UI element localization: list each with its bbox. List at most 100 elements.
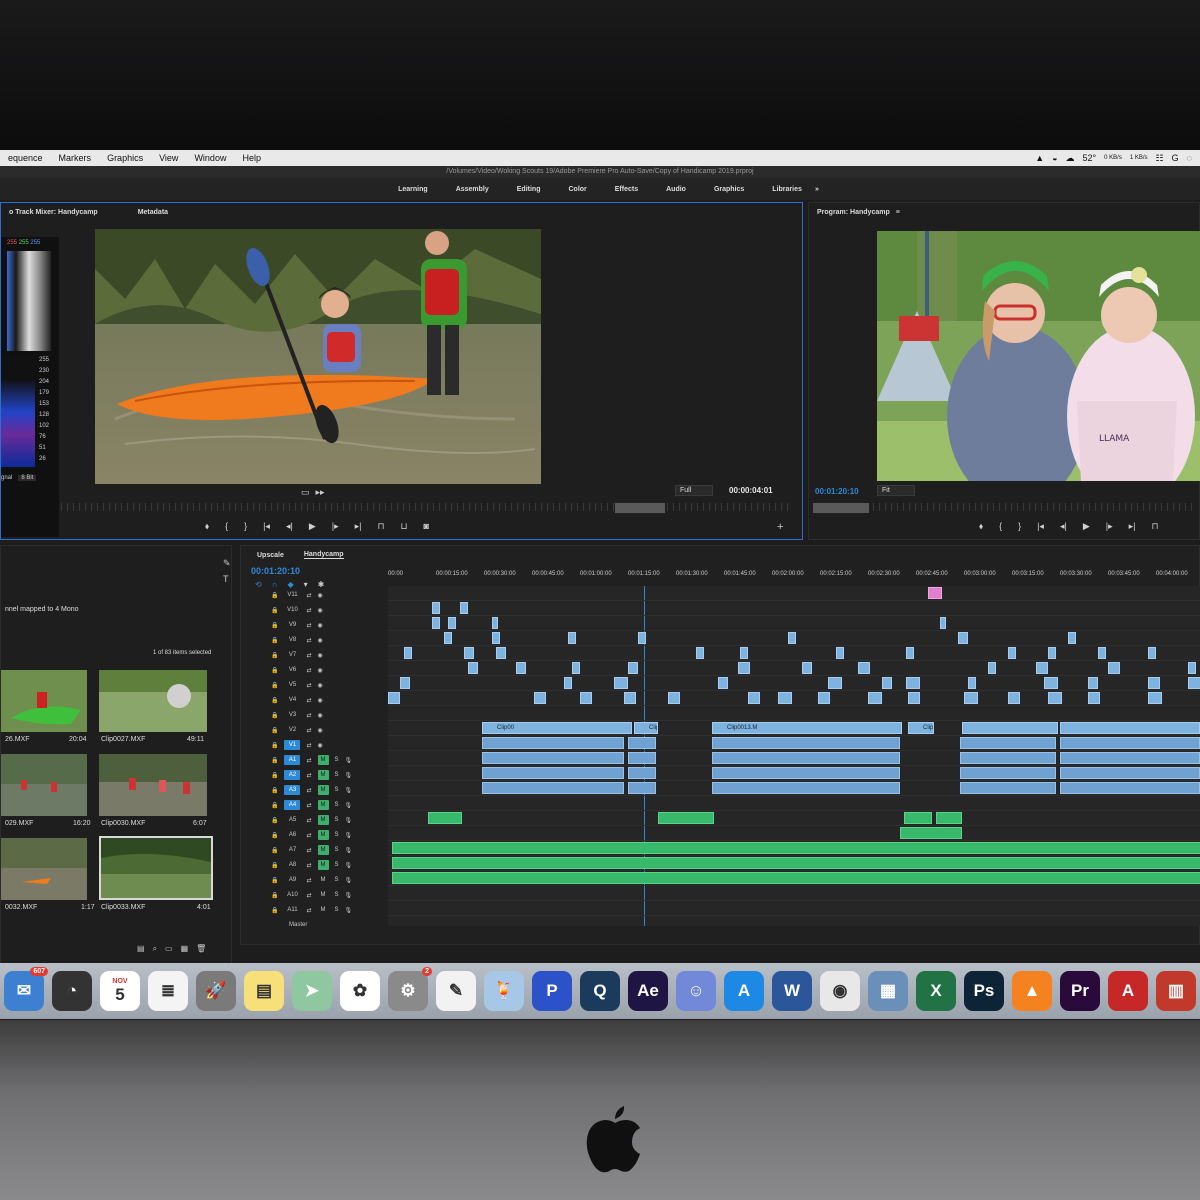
photoshop-icon[interactable]: Ps: [964, 971, 1004, 1011]
timeline-clip[interactable]: [738, 662, 750, 674]
timeline-clip[interactable]: [906, 677, 920, 689]
timeline-clip[interactable]: [712, 752, 900, 764]
timeline-clip[interactable]: [464, 647, 474, 659]
sync-lock-icon[interactable]: ⇄: [306, 667, 311, 674]
sync-lock-icon[interactable]: ⇄: [306, 787, 311, 794]
toggle-output-eye-icon[interactable]: ◉: [318, 742, 323, 749]
vlc-icon[interactable]: ▲: [1012, 971, 1052, 1011]
timeline-clip[interactable]: [1148, 692, 1162, 704]
mute-track-icon[interactable]: M: [317, 845, 329, 855]
sync-lock-icon[interactable]: ⇄: [306, 892, 311, 899]
timeline-clip[interactable]: [936, 812, 962, 824]
timeline-clip[interactable]: [958, 632, 968, 644]
track-lock-icon[interactable]: 🔒: [271, 682, 278, 689]
clip-thumb-0026[interactable]: [1, 670, 87, 732]
timeline-clip[interactable]: Clip: [634, 722, 658, 734]
camera-icon[interactable]: ◙: [424, 521, 429, 532]
reminders-icon[interactable]: ≣: [148, 971, 188, 1011]
trash-icon[interactable]: 🗑: [196, 944, 206, 954]
workspace-learning[interactable]: Learning: [398, 184, 428, 195]
solo-track-icon[interactable]: S: [335, 757, 339, 763]
video-track-header[interactable]: 🔒 V10 ⇄ ◉: [241, 603, 386, 617]
sync-lock-icon[interactable]: ⇄: [306, 697, 311, 704]
notes-icon[interactable]: ▤: [244, 971, 284, 1011]
video-track-header[interactable]: 🔒 V3 ⇄ ◉: [241, 708, 386, 722]
go-to-out-icon[interactable]: ▸|: [355, 521, 362, 532]
launchpad-icon[interactable]: 🚀: [196, 971, 236, 1011]
timeline-clip[interactable]: [1068, 632, 1076, 644]
voice-over-mic-icon[interactable]: 🎙: [345, 787, 353, 794]
video-lane[interactable]: [388, 586, 1200, 601]
solo-track-icon[interactable]: S: [335, 907, 339, 913]
timeline-clip[interactable]: [496, 647, 506, 659]
timeline-clip[interactable]: Clip0: [908, 722, 934, 734]
track-lock-icon[interactable]: 🔒: [271, 607, 278, 614]
timeline-clip[interactable]: [388, 692, 400, 704]
timeline-clip[interactable]: Clip0013.M: [712, 722, 902, 734]
timeline-clip[interactable]: [1148, 677, 1160, 689]
premiere-icon[interactable]: Pr: [1060, 971, 1100, 1011]
timeline-clip[interactable]: [572, 662, 580, 674]
timeline-clip[interactable]: [1188, 677, 1200, 689]
timeline-clip[interactable]: [1148, 647, 1156, 659]
timeline-clip[interactable]: [432, 602, 440, 614]
track-label[interactable]: V5: [284, 680, 300, 690]
timeline-clip[interactable]: [1036, 662, 1048, 674]
sync-lock-icon[interactable]: ⇄: [306, 757, 311, 764]
timeline-timecode[interactable]: 00:01:20:10: [251, 566, 300, 576]
track-lock-icon[interactable]: 🔒: [271, 652, 278, 659]
video-track-header[interactable]: 🔒 V4 ⇄ ◉: [241, 693, 386, 707]
track-label[interactable]: V4: [284, 695, 300, 705]
voice-over-mic-icon[interactable]: 🎙: [345, 772, 353, 779]
clip-thumb-0027[interactable]: [99, 670, 207, 732]
new-item-icon[interactable]: ▦: [181, 944, 189, 954]
program-mark-out-icon[interactable]: }: [1018, 521, 1021, 532]
sync-lock-icon[interactable]: ⇄: [306, 712, 311, 719]
video-lane[interactable]: [388, 616, 1200, 631]
audio-track-header[interactable]: 🔒 A8 ⇄ M S 🎙: [241, 858, 386, 872]
timeline-clip[interactable]: [962, 722, 1058, 734]
timeline-clip[interactable]: [906, 647, 914, 659]
video-lane[interactable]: [388, 676, 1200, 691]
source-zoom-select[interactable]: Full: [675, 485, 713, 496]
source-scrubber[interactable]: [61, 503, 791, 511]
timeline-clip[interactable]: [928, 587, 942, 599]
program-title[interactable]: Program: Handycamp: [817, 209, 890, 216]
solo-track-icon[interactable]: S: [335, 847, 339, 853]
bit-depth-select[interactable]: 8 Bit: [18, 475, 37, 481]
track-label[interactable]: V7: [284, 650, 300, 660]
track-lock-icon[interactable]: 🔒: [271, 742, 278, 749]
timeline-clip[interactable]: [712, 767, 900, 779]
track-label[interactable]: V9: [284, 620, 300, 630]
timeline-clip[interactable]: [988, 662, 996, 674]
timeline-clip[interactable]: [748, 692, 760, 704]
track-label[interactable]: V8: [284, 635, 300, 645]
audio-track-header[interactable]: 🔒 A4 ⇄ M S 🎙: [241, 798, 386, 812]
video-lane[interactable]: [388, 601, 1200, 616]
gauge-status-icon[interactable]: ◒: [1052, 153, 1057, 163]
toggle-output-eye-icon[interactable]: ◉: [318, 682, 323, 689]
mail-icon[interactable]: ✉ 607: [4, 967, 48, 1011]
mute-track-icon[interactable]: M: [317, 800, 329, 810]
timeline-clip[interactable]: [828, 677, 842, 689]
mute-track-icon[interactable]: M: [317, 770, 329, 780]
mark-in-icon[interactable]: {: [225, 521, 228, 532]
sync-lock-icon[interactable]: ⇄: [306, 607, 311, 614]
tab-metadata[interactable]: Metadata: [138, 209, 168, 216]
timeline-clip[interactable]: [740, 647, 748, 659]
workspace-audio[interactable]: Audio: [666, 184, 686, 195]
clip-thumb-0029[interactable]: [1, 754, 87, 816]
toggle-output-eye-icon[interactable]: ◉: [318, 652, 323, 659]
sync-lock-icon[interactable]: ⇄: [306, 832, 311, 839]
timeline-clip[interactable]: [1060, 737, 1200, 749]
app-store-icon[interactable]: A: [724, 971, 764, 1011]
source-playhead-region[interactable]: [615, 503, 665, 513]
sync-lock-icon[interactable]: ⇄: [306, 637, 311, 644]
timeline-clip[interactable]: [960, 752, 1056, 764]
find-icon[interactable]: ⌕: [153, 944, 157, 954]
step-icon[interactable]: ▸▸: [316, 487, 325, 498]
step-forward-icon[interactable]: |▸: [332, 521, 339, 532]
menu-window[interactable]: Window: [186, 153, 234, 163]
track-label[interactable]: A7: [284, 845, 300, 855]
track-lock-icon[interactable]: 🔒: [271, 772, 278, 779]
